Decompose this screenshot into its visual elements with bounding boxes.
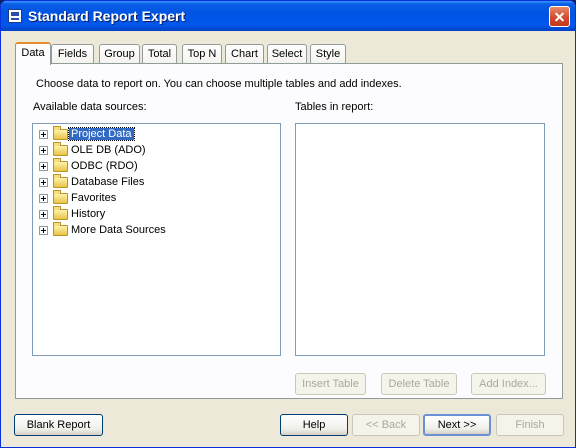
report-app-icon xyxy=(8,9,22,23)
available-data-sources-label: Available data sources: xyxy=(33,101,147,113)
folder-icon xyxy=(53,189,68,204)
tab-total[interactable]: Total xyxy=(142,44,177,64)
tab-fields[interactable]: Fields xyxy=(51,44,94,64)
finish-button[interactable]: Finish xyxy=(496,414,564,436)
next-button[interactable]: Next >> xyxy=(423,414,491,436)
tab-chart[interactable]: Chart xyxy=(225,44,264,64)
blank-report-button[interactable]: Blank Report xyxy=(14,414,103,436)
tree-item-label: Database Files xyxy=(71,176,145,188)
close-button[interactable] xyxy=(549,6,570,27)
tab-select[interactable]: Select xyxy=(267,44,307,64)
tree-item-database-files[interactable]: Database Files xyxy=(39,173,146,190)
data-sources-tree[interactable]: Project Data OLE DB (ADO) ODBC (RDO) Dat… xyxy=(32,123,281,356)
folder-icon xyxy=(53,221,68,236)
expand-icon[interactable] xyxy=(39,225,48,235)
tree-item-history[interactable]: History xyxy=(39,205,107,222)
add-index-button[interactable]: Add Index... xyxy=(471,373,546,395)
help-button[interactable]: Help xyxy=(280,414,348,436)
back-button[interactable]: << Back xyxy=(352,414,420,436)
tree-item-odbc[interactable]: ODBC (RDO) xyxy=(39,157,140,174)
instructions-text: Choose data to report on. You can choose… xyxy=(36,78,402,90)
expand-icon[interactable] xyxy=(39,145,48,155)
window-title: Standard Report Expert xyxy=(28,8,186,24)
expand-icon[interactable] xyxy=(39,193,48,203)
tree-item-project-data[interactable]: Project Data xyxy=(39,125,135,142)
tree-item-favorites[interactable]: Favorites xyxy=(39,189,118,206)
folder-icon xyxy=(53,173,68,188)
expand-icon[interactable] xyxy=(39,209,48,219)
tree-item-label: Favorites xyxy=(71,192,117,204)
tab-top-n[interactable]: Top N xyxy=(182,44,222,64)
tree-item-label: OLE DB (ADO) xyxy=(71,144,146,156)
expand-icon[interactable] xyxy=(39,161,48,171)
expand-icon[interactable] xyxy=(39,129,48,139)
title-bar[interactable]: Standard Report Expert xyxy=(1,1,575,31)
report-expert-window: Standard Report Expert Data Fields Group… xyxy=(0,0,576,448)
insert-table-button[interactable]: Insert Table xyxy=(295,373,366,395)
tree-item-more-data-sources[interactable]: More Data Sources xyxy=(39,221,168,238)
tree-item-label: ODBC (RDO) xyxy=(71,160,138,172)
folder-icon xyxy=(53,141,68,156)
folder-icon xyxy=(53,125,68,140)
tab-group[interactable]: Group xyxy=(99,44,140,64)
expand-icon[interactable] xyxy=(39,177,48,187)
tree-item-label: History xyxy=(71,208,106,220)
tab-style[interactable]: Style xyxy=(310,44,346,64)
folder-icon xyxy=(53,157,68,172)
tables-in-report-label: Tables in report: xyxy=(295,101,374,113)
data-tab-panel: Choose data to report on. You can choose… xyxy=(15,63,563,399)
tree-item-label: Project Data xyxy=(68,127,135,141)
tables-in-report-list[interactable] xyxy=(295,123,545,356)
tree-item-label: More Data Sources xyxy=(71,224,166,236)
delete-table-button[interactable]: Delete Table xyxy=(381,373,457,395)
folder-icon xyxy=(53,205,68,220)
tab-data[interactable]: Data xyxy=(15,42,51,65)
tree-item-ole-db[interactable]: OLE DB (ADO) xyxy=(39,141,148,158)
